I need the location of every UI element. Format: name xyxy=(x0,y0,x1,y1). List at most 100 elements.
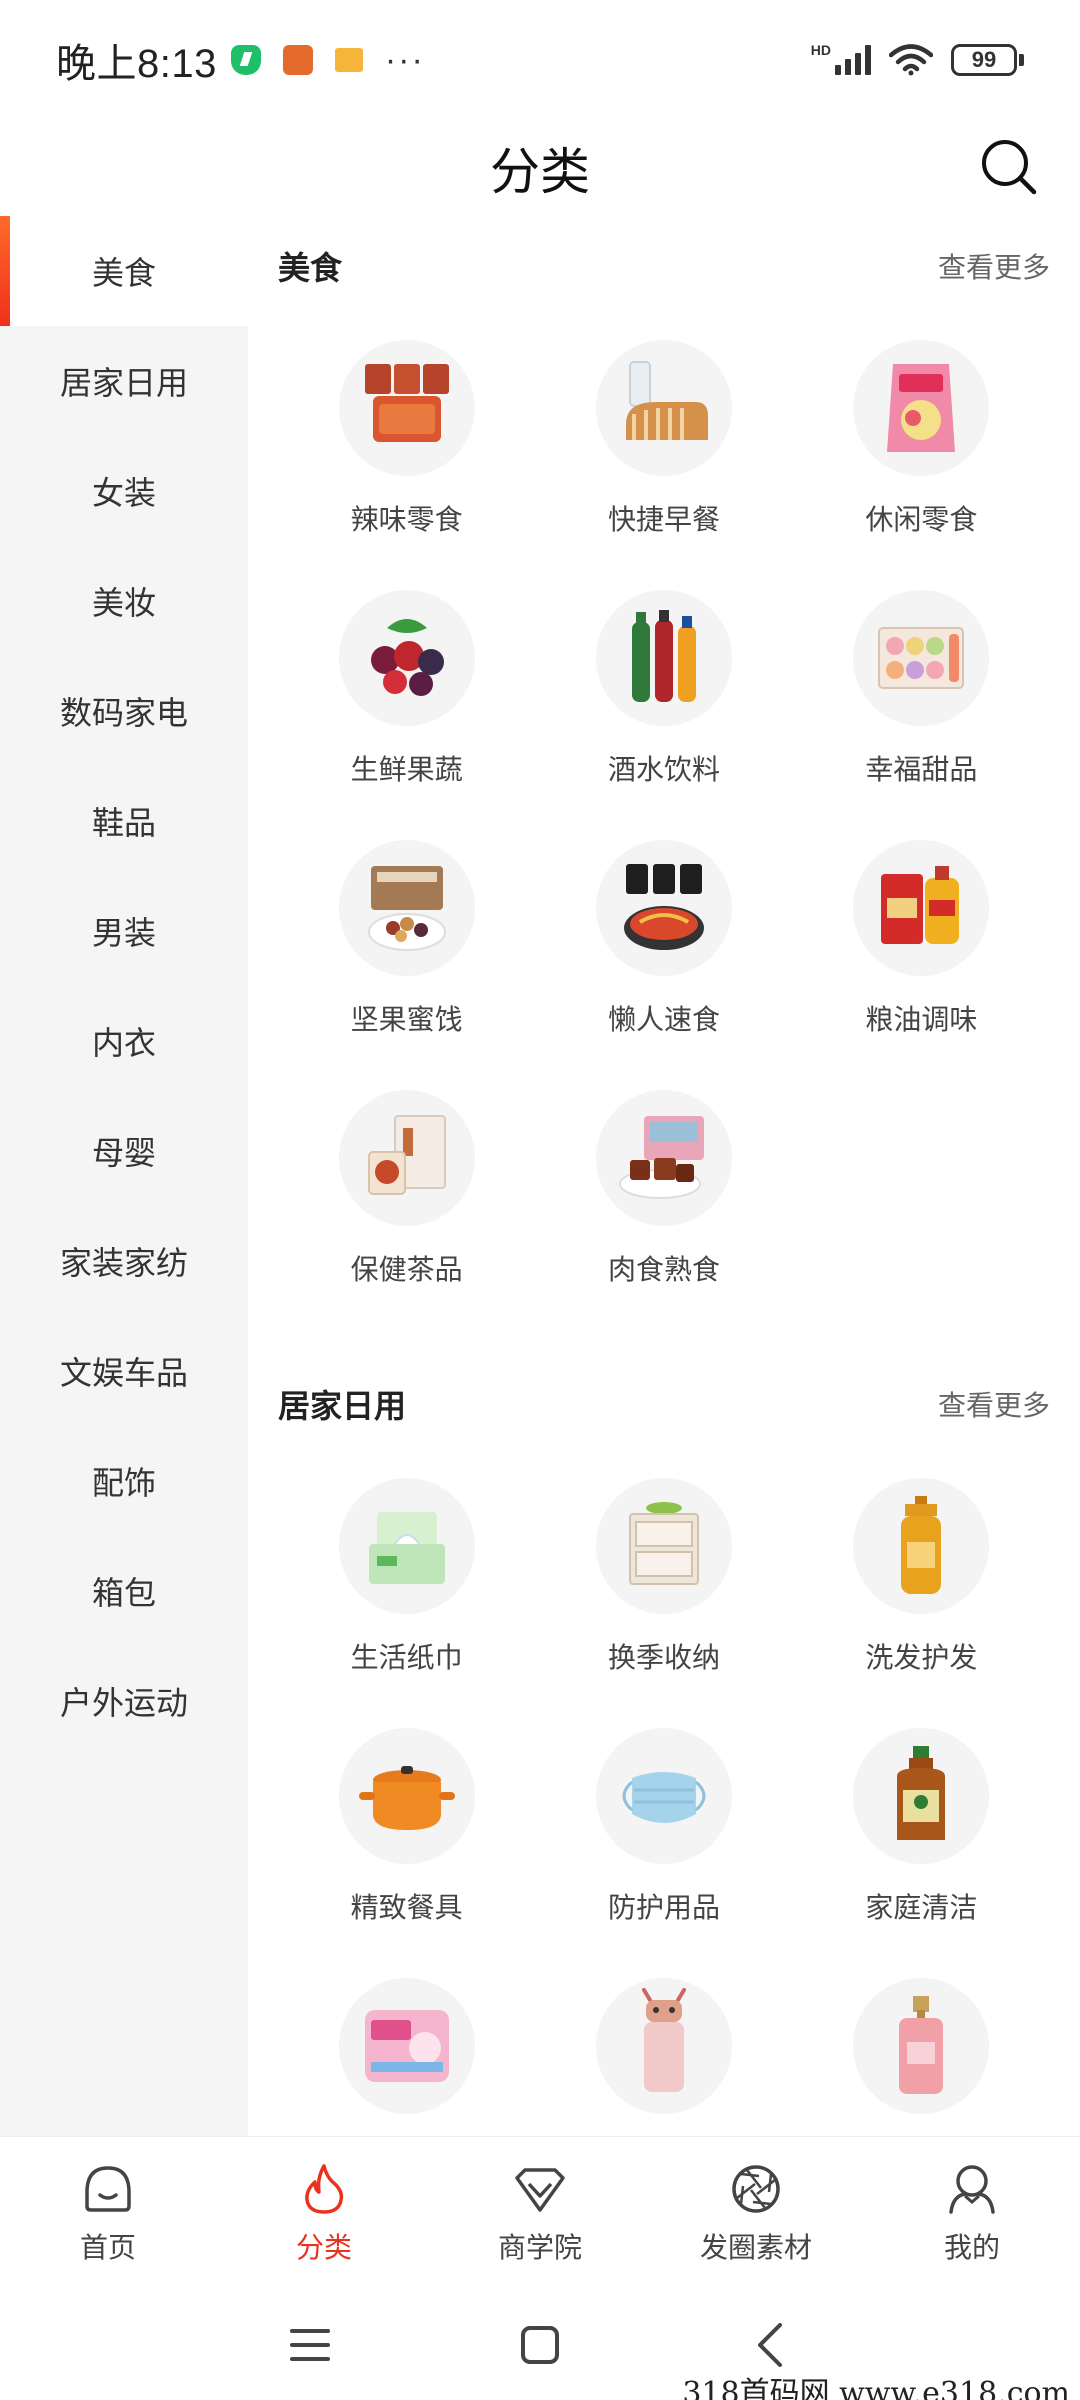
section-title: 美食 xyxy=(278,250,343,286)
category-item-haircare[interactable]: 洗发护发 xyxy=(793,1454,1050,1704)
category-item-label: 休闲零食 xyxy=(865,504,978,535)
berries-icon xyxy=(370,619,444,696)
sidebar-item-label: 数码家电 xyxy=(59,695,188,731)
profile-icon xyxy=(949,2164,995,2214)
nav-profile[interactable]: 我的 xyxy=(864,2137,1080,2290)
category-item-tissue[interactable]: 生活纸巾 xyxy=(278,1454,535,1704)
watermark: 318首码网 www.e318.com xyxy=(682,2376,1070,2400)
sidebar-item-digital[interactable]: 数码家电 xyxy=(0,656,248,766)
sidebar-item-label: 母婴 xyxy=(91,1135,156,1171)
category-item-label: 酒水饮料 xyxy=(607,754,720,785)
category-item-label: 快捷早餐 xyxy=(607,504,720,535)
nav-academy[interactable]: 商学院 xyxy=(432,2137,648,2290)
nav-home[interactable]: 首页 xyxy=(0,2137,216,2290)
square-home-icon xyxy=(521,2326,559,2364)
home-icon xyxy=(85,2165,131,2212)
category-item-nuts[interactable]: 坚果蜜饯 xyxy=(278,816,535,1066)
category-item-health-tea[interactable]: 保健茶品 xyxy=(278,1066,535,1316)
search-icon[interactable] xyxy=(976,134,1042,200)
sidebar-item-womens-wear[interactable]: 女装 xyxy=(0,436,248,546)
page-title: 分类 xyxy=(490,144,590,200)
sidebar-item-home-textile[interactable]: 家装家纺 xyxy=(0,1206,248,1316)
category-item-label: 辣味零食 xyxy=(350,504,463,535)
category-item-label: 肉食熟食 xyxy=(607,1254,720,1285)
category-item-casual-snack[interactable]: 休闲零食 xyxy=(793,316,1050,566)
category-item-bottle[interactable] xyxy=(535,1954,792,2136)
sidebar-item-beauty[interactable]: 美妆 xyxy=(0,546,248,656)
category-item-grain-oil[interactable]: 粮油调味 xyxy=(793,816,1050,1066)
message-notification-icon xyxy=(334,48,363,72)
category-item-perfume[interactable] xyxy=(793,1954,1050,2136)
section-home-daily: 居家日用 查看更多 生活纸巾 换季收纳 洗发护发 精致餐具 防护用品 家庭清洁 xyxy=(248,1354,1080,2136)
category-item-drinks[interactable]: 酒水饮料 xyxy=(535,566,792,816)
pot-icon xyxy=(358,1766,455,1830)
sidebar-item-label: 箱包 xyxy=(91,1575,156,1611)
back-arrow-icon xyxy=(758,2323,782,2367)
sidebar-item-underwear[interactable]: 内衣 xyxy=(0,986,248,1096)
meat-icon xyxy=(618,1116,704,1199)
category-item-instant-food[interactable]: 懒人速食 xyxy=(535,816,792,1066)
sidebar-item-shoes[interactable]: 鞋品 xyxy=(0,766,248,876)
diamond-icon xyxy=(515,2167,565,2212)
sidebar-item-label: 家装家纺 xyxy=(59,1245,188,1281)
sidebar-item-outdoor[interactable]: 户外运动 xyxy=(0,1646,248,1756)
spicy-snack-icon xyxy=(364,364,449,442)
bread-icon xyxy=(625,361,708,440)
category-grid: 生活纸巾 换季收纳 洗发护发 精致餐具 防护用品 家庭清洁 xyxy=(278,1454,1050,2136)
category-item-label: 生活纸巾 xyxy=(350,1642,463,1673)
sidebar-item-baby[interactable]: 母婴 xyxy=(0,1096,248,1206)
home-button[interactable] xyxy=(425,2305,655,2385)
category-item-label: 防护用品 xyxy=(607,1892,720,1923)
category-item-meat[interactable]: 肉食熟食 xyxy=(535,1066,792,1316)
sidebar-item-label: 美食 xyxy=(91,255,156,291)
sidebar-item-accessories[interactable]: 配饰 xyxy=(0,1426,248,1536)
bottom-nav: 首页 分类 商学院 发圈素材 我的 xyxy=(0,2136,1080,2290)
sidebar-item-label: 内衣 xyxy=(91,1025,156,1061)
section-header: 美食 查看更多 xyxy=(278,216,1050,316)
see-more-link[interactable]: 查看更多 xyxy=(938,246,1050,286)
category-item-label: 家庭清洁 xyxy=(865,1892,978,1923)
instant-noodle-icon xyxy=(623,864,704,950)
signal-icon xyxy=(835,45,871,75)
nav-label: 首页 xyxy=(79,2231,136,2263)
sidebar-item-mens-wear[interactable]: 男装 xyxy=(0,876,248,986)
category-item-spicy-snack[interactable]: 辣味零食 xyxy=(278,316,535,566)
water-bottle-icon xyxy=(641,1988,686,2092)
menu-button[interactable] xyxy=(195,2305,425,2385)
nav-category[interactable]: 分类 xyxy=(216,2137,432,2290)
notification-icons: ··· xyxy=(230,40,425,80)
category-sidebar: 美食 居家日用 女装 美妆 数码家电 鞋品 男装 内衣 母婴 家装家纺 文娱车品… xyxy=(0,216,248,2136)
sidebar-item-food[interactable]: 美食 xyxy=(0,216,248,326)
sidebar-item-label: 女装 xyxy=(91,475,156,511)
category-item-storage[interactable]: 换季收纳 xyxy=(535,1454,792,1704)
category-item-tableware[interactable]: 精致餐具 xyxy=(278,1704,535,1954)
category-item-fresh-produce[interactable]: 生鲜果蔬 xyxy=(278,566,535,816)
storage-box-icon xyxy=(628,1502,699,1585)
category-item-breakfast[interactable]: 快捷早餐 xyxy=(535,316,792,566)
sidebar-item-entertainment-car[interactable]: 文娱车品 xyxy=(0,1316,248,1426)
shampoo-icon xyxy=(901,1496,942,1594)
category-item-desserts[interactable]: 幸福甜品 xyxy=(793,566,1050,816)
header: 分类 xyxy=(0,120,1080,216)
category-item-sanitary[interactable] xyxy=(278,1954,535,2136)
sanitary-pad-icon xyxy=(364,2010,449,2082)
sidebar-item-home-daily[interactable]: 居家日用 xyxy=(0,326,248,436)
sidebar-item-bags[interactable]: 箱包 xyxy=(0,1536,248,1646)
disinfectant-icon xyxy=(897,1746,946,1840)
category-content: 美食 查看更多 辣味零食 快捷早餐 休闲零食 生鲜果蔬 酒水饮料 幸福甜品 坚果… xyxy=(248,216,1080,2136)
category-grid: 辣味零食 快捷早餐 休闲零食 生鲜果蔬 酒水饮料 幸福甜品 坚果蜜饯 懒人速食 … xyxy=(278,316,1050,1316)
wifi-icon xyxy=(889,44,933,76)
sidebar-item-label: 美妆 xyxy=(91,585,156,621)
status-right: HD 99 xyxy=(811,42,1024,76)
category-item-cleaning[interactable]: 家庭清洁 xyxy=(793,1704,1050,1954)
more-notifications-icon: ··· xyxy=(384,40,425,79)
category-item-label: 精致餐具 xyxy=(350,1892,463,1923)
see-more-link[interactable]: 查看更多 xyxy=(938,1384,1050,1424)
nav-materials[interactable]: 发圈素材 xyxy=(648,2137,864,2290)
bottles-icon xyxy=(631,610,696,702)
sidebar-item-label: 户外运动 xyxy=(59,1685,188,1721)
macaron-icon xyxy=(878,627,965,689)
sidebar-item-label: 男装 xyxy=(91,915,156,951)
category-item-label: 换季收纳 xyxy=(607,1642,720,1673)
category-item-protective[interactable]: 防护用品 xyxy=(535,1704,792,1954)
